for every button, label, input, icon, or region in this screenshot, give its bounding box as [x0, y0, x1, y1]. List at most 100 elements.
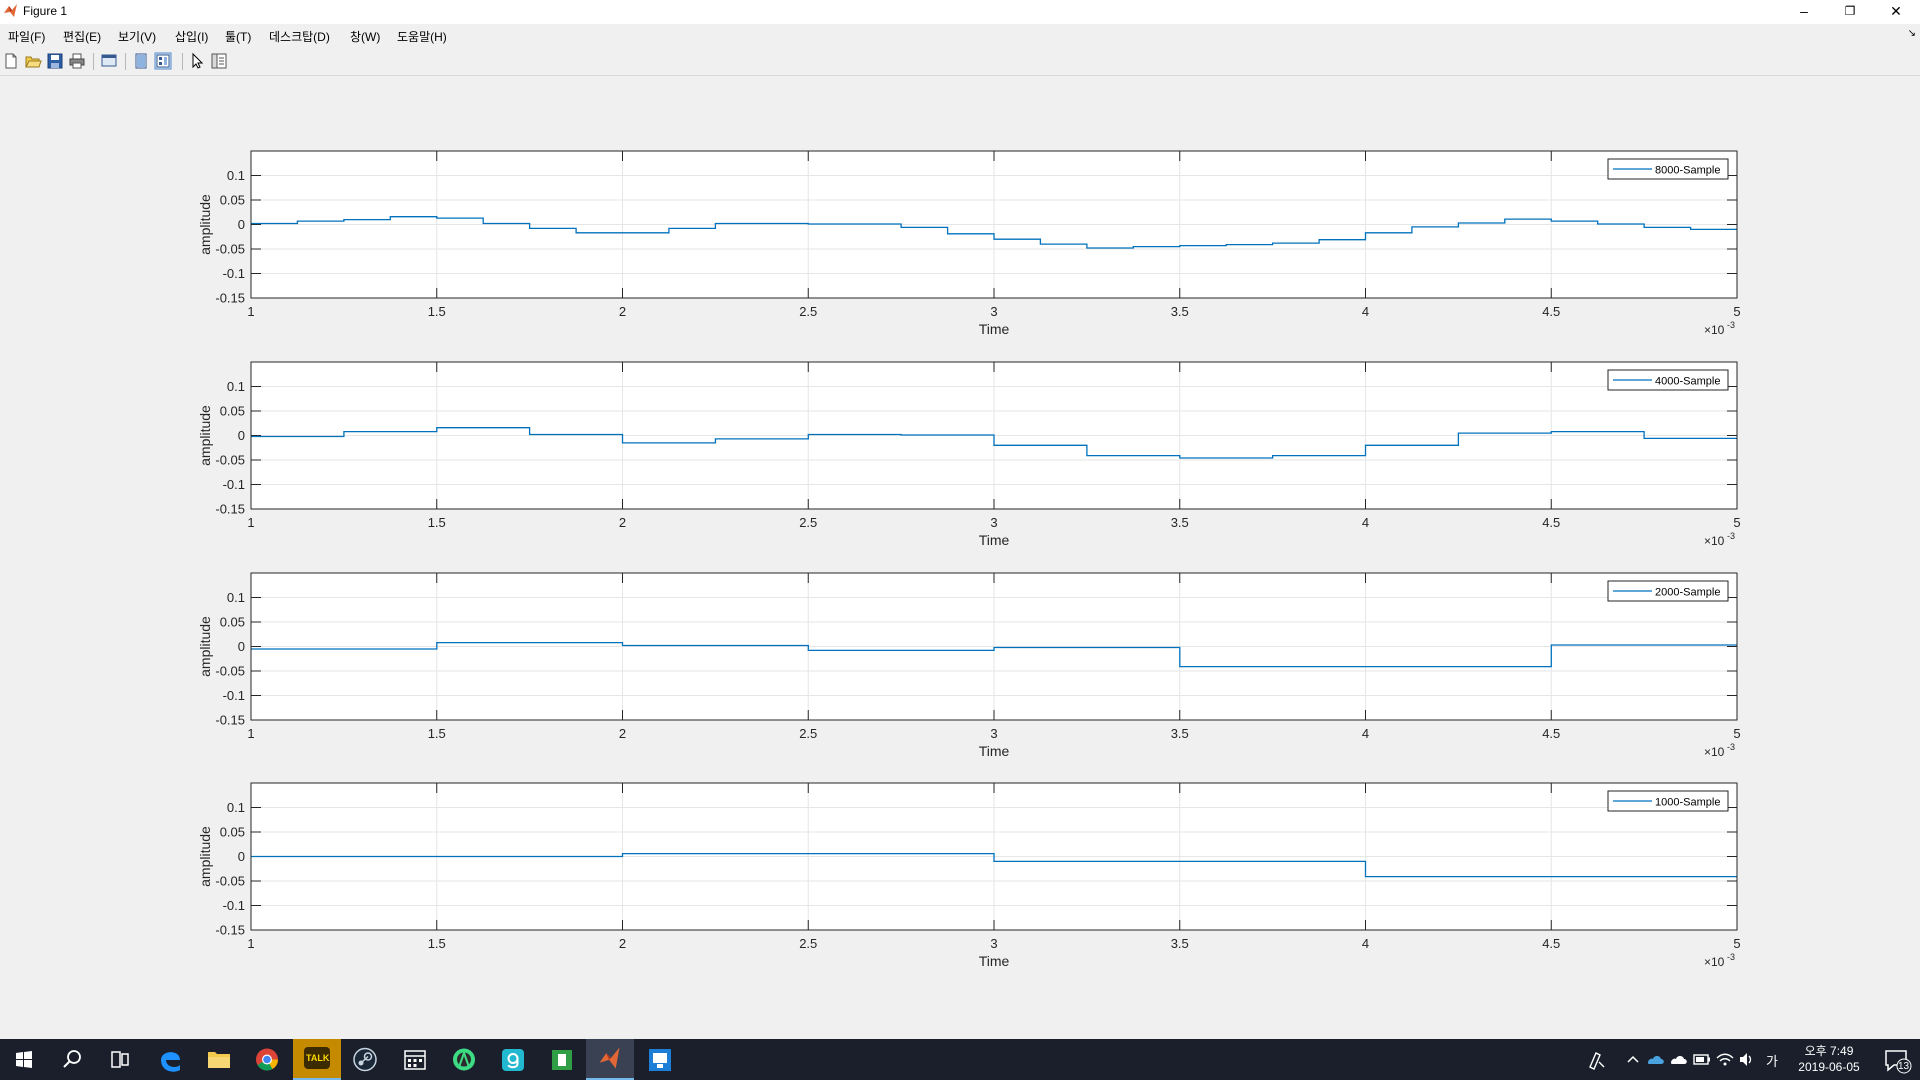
y-tick-label: 0.1 — [227, 800, 245, 815]
cloud-sync-icon[interactable] — [1668, 1039, 1690, 1080]
kakaotalk-icon[interactable]: TALK — [293, 1039, 341, 1080]
x-tick-label: 3.5 — [1171, 726, 1189, 741]
x-tick-label: 5 — [1733, 515, 1740, 530]
x-tick-label: 3 — [990, 304, 997, 319]
y-tick-label: -0.1 — [223, 688, 245, 703]
x-tick-label: 3.5 — [1171, 515, 1189, 530]
x-scale-factor: ×10 — [1704, 955, 1725, 969]
y-axis-label: amplitude — [197, 826, 213, 887]
x-scale-factor: ×10 — [1704, 534, 1725, 548]
x-tick-label: 4.5 — [1542, 936, 1560, 951]
y-tick-label: -0.05 — [215, 874, 245, 889]
subplot-2: 1 1.5 2 2.5 3 3.5 4 4.5 5 0.1 0.05 0 -0.05 -0.1 -0.15 T… — [197, 361, 1741, 548]
x-tick-label: 2 — [619, 304, 626, 319]
y-tick-label: -0.05 — [215, 453, 245, 468]
ime-pen-icon[interactable] — [1572, 1039, 1622, 1080]
legend-label: 8000-Sample — [1655, 165, 1720, 177]
y-axis-label: amplitude — [197, 405, 213, 466]
y-tick-label: -0.15 — [215, 291, 245, 306]
chrome-icon[interactable] — [243, 1039, 291, 1080]
task-view-icon[interactable] — [96, 1039, 144, 1080]
x-tick-label: 1.5 — [428, 304, 446, 319]
x-tick-label: 4.5 — [1542, 726, 1560, 741]
y-tick-label: -0.15 — [215, 502, 245, 517]
subplot-4: 1 1.5 2 2.5 3 3.5 4 4.5 5 0.1 0.05 0 -0.05 -0.1 -0.15 T… — [197, 782, 1741, 969]
android-studio-icon[interactable] — [440, 1039, 488, 1080]
y-tick-label: 0.05 — [220, 825, 245, 840]
x-axis-label: Time — [979, 321, 1010, 337]
legend-label: 1000-Sample — [1655, 797, 1720, 809]
x-scale-exponent: -3 — [1727, 531, 1735, 541]
x-tick-label: 2.5 — [799, 936, 817, 951]
calendar-icon[interactable] — [391, 1039, 439, 1080]
x-tick-label: 3 — [990, 515, 997, 530]
x-tick-label: 2 — [619, 936, 626, 951]
notification-center-icon[interactable] — [1872, 1039, 1920, 1080]
ime-language-indicator[interactable]: 가 — [1766, 1051, 1778, 1070]
volume-icon[interactable] — [1736, 1039, 1758, 1080]
battery-icon[interactable] — [1691, 1039, 1713, 1080]
x-tick-label: 5 — [1733, 304, 1740, 319]
y-tick-label: -0.1 — [223, 477, 245, 492]
remote-app-icon[interactable] — [636, 1039, 684, 1080]
y-tick-label: -0.05 — [215, 664, 245, 679]
y-tick-label: 0.1 — [227, 379, 245, 394]
wifi-icon[interactable] — [1714, 1039, 1736, 1080]
y-axis-label: amplitude — [197, 194, 213, 255]
x-tick-label: 2 — [619, 726, 626, 741]
x-tick-label: 3.5 — [1171, 936, 1189, 951]
y-tick-label: 0 — [238, 639, 245, 654]
notification-count: 13 — [1898, 1061, 1910, 1072]
x-tick-label: 1.5 — [428, 515, 446, 530]
file-explorer-icon[interactable] — [195, 1039, 243, 1080]
y-tick-label: -0.1 — [223, 898, 245, 913]
x-scale-exponent: -3 — [1727, 952, 1735, 962]
x-tick-label: 4 — [1362, 515, 1369, 530]
onedrive-icon[interactable] — [1645, 1039, 1667, 1080]
x-tick-label: 3 — [990, 726, 997, 741]
x-tick-label: 1 — [247, 936, 254, 951]
chevron-up-icon[interactable] — [1622, 1039, 1644, 1080]
x-tick-label: 3 — [990, 936, 997, 951]
clock-date: 2019-06-05 — [1798, 1060, 1860, 1074]
system-clock[interactable]: 오후 7:49 2019-06-05 — [1784, 1043, 1874, 1075]
subplot-3: 1 1.5 2 2.5 3 3.5 4 4.5 5 0.1 0.05 0 -0.05 -0.1 -0.15 T… — [197, 572, 1741, 759]
x-axis-label: Time — [979, 743, 1010, 759]
y-tick-label: 0.05 — [220, 615, 245, 630]
legend-label: 2000-Sample — [1655, 587, 1720, 599]
steam-icon[interactable] — [341, 1039, 389, 1080]
x-tick-label: 3.5 — [1171, 304, 1189, 319]
x-tick-label: 2.5 — [799, 515, 817, 530]
x-scale-factor: ×10 — [1704, 745, 1725, 759]
x-tick-label: 4 — [1362, 726, 1369, 741]
y-tick-label: 0.1 — [227, 590, 245, 605]
windows-start-icon[interactable] — [0, 1039, 48, 1080]
y-tick-label: -0.1 — [223, 266, 245, 281]
y-tick-label: 0 — [238, 428, 245, 443]
y-tick-label: 0 — [238, 849, 245, 864]
y-tick-label: -0.05 — [215, 242, 245, 257]
x-tick-label: 4.5 — [1542, 304, 1560, 319]
y-tick-label: 0.05 — [220, 404, 245, 419]
legend-label: 4000-Sample — [1655, 376, 1720, 388]
x-tick-label: 1.5 — [428, 726, 446, 741]
y-tick-label: -0.15 — [215, 713, 245, 728]
edge-browser-icon[interactable] — [147, 1039, 195, 1080]
kakaotalk-label: TALK — [306, 1053, 330, 1063]
g-app-icon[interactable] — [489, 1039, 537, 1080]
figure-canvas: 1 1.5 2 2.5 3 3.5 4 4.5 50.10.050-0.05-0.1-0.15T… — [197, 150, 1741, 969]
y-tick-label: 0.05 — [220, 193, 245, 208]
x-tick-label: 4.5 — [1542, 515, 1560, 530]
x-tick-label: 4 — [1362, 936, 1369, 951]
green-app-icon[interactable] — [538, 1039, 586, 1080]
x-tick-label: 1 — [247, 304, 254, 319]
matlab-icon[interactable] — [586, 1039, 634, 1080]
subplot-1: 1 1.5 2 2.5 3 3.5 4 4.5 5 0.1 0.05 0 -0.05 -0.1 -0.15 T… — [197, 150, 1741, 337]
x-tick-label: 5 — [1733, 726, 1740, 741]
x-axis-label: Time — [979, 532, 1010, 548]
x-tick-label: 2.5 — [799, 304, 817, 319]
search-icon[interactable] — [48, 1039, 96, 1080]
y-axis-label: amplitude — [197, 616, 213, 677]
x-tick-label: 1 — [247, 515, 254, 530]
x-scale-exponent: -3 — [1727, 742, 1735, 752]
